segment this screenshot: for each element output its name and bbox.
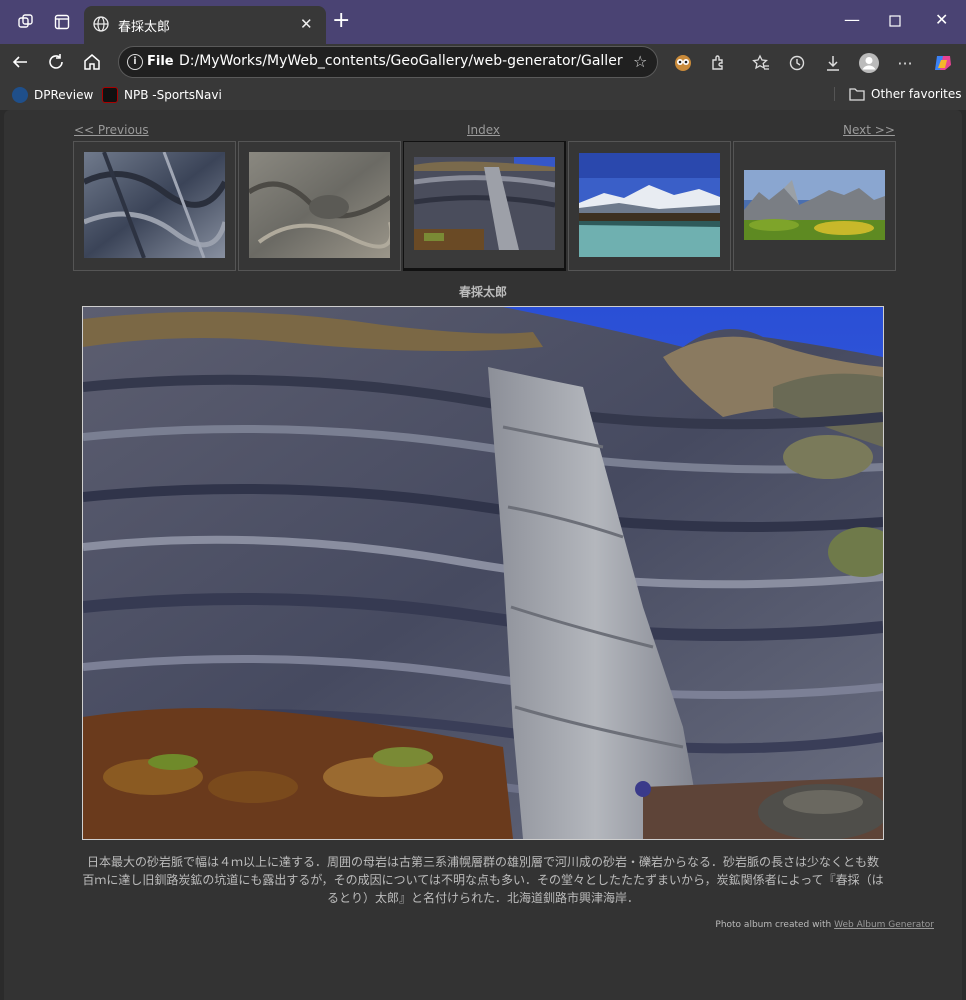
main-photo[interactable]	[82, 306, 884, 840]
favorites-bar: DPReview NPB -SportsNavi Other favorites	[0, 80, 966, 110]
extension-owl-icon[interactable]	[672, 52, 694, 74]
other-favorites-label: Other favorites	[871, 87, 962, 101]
address-bar[interactable]: i File D:/MyWorks/MyWeb_contents/GeoGall…	[118, 46, 658, 78]
index-link[interactable]: Index	[467, 123, 500, 137]
favorites-icon[interactable]	[750, 52, 772, 74]
folder-icon	[849, 88, 865, 101]
browser-tab[interactable]: 春採太郎 ✕	[84, 6, 326, 44]
thumbnail-image	[84, 152, 225, 258]
web-album-generator-link[interactable]: Web Album Generator	[834, 920, 934, 930]
main-photo-image	[83, 307, 883, 839]
refresh-icon[interactable]	[44, 50, 68, 74]
photo-title: 春採太郎	[458, 285, 507, 299]
back-icon[interactable]	[8, 50, 32, 74]
tab-actions-icon[interactable]	[52, 12, 72, 32]
tab-title: 春採太郎	[118, 20, 171, 35]
globe-icon	[92, 15, 110, 37]
address-scheme: File	[147, 54, 174, 69]
thumbnail-4[interactable]	[568, 141, 731, 271]
close-tab-icon[interactable]: ✕	[300, 15, 313, 33]
favorite-dpreview[interactable]: DPReview	[12, 87, 93, 103]
dpreview-icon	[12, 87, 28, 103]
thumbnail-image	[249, 152, 390, 258]
profile-avatar[interactable]	[858, 52, 880, 74]
favorite-label: NPB -SportsNavi	[124, 88, 222, 102]
other-favorites[interactable]: Other favorites	[834, 87, 962, 101]
thumbnail-3-active[interactable]	[403, 141, 566, 271]
download-icon[interactable]	[822, 52, 844, 74]
thumbnail-2[interactable]	[238, 141, 401, 271]
page-content: << Previous Index Next >> 春採太郎 日本最大の砂岩脈で…	[4, 110, 962, 1000]
workspaces-icon[interactable]	[16, 12, 36, 32]
close-window-icon[interactable]: ✕	[935, 10, 948, 29]
favorite-label: DPReview	[34, 88, 94, 102]
add-favorite-icon[interactable]: ☆	[633, 52, 647, 71]
title-bar: 春採太郎 ✕ + — ✕	[0, 0, 966, 44]
thumbnail-strip	[73, 141, 896, 271]
album-credit: Photo album created with Web Album Gener…	[715, 920, 934, 930]
minimize-icon[interactable]: —	[844, 10, 860, 29]
thumbnail-1[interactable]	[73, 141, 236, 271]
info-icon[interactable]: i	[127, 54, 143, 70]
copilot-icon[interactable]	[932, 52, 954, 74]
sportsnavi-icon	[102, 87, 118, 103]
favorite-npb[interactable]: NPB -SportsNavi	[102, 87, 222, 103]
thumbnail-image	[579, 153, 720, 257]
thumbnail-5[interactable]	[733, 141, 896, 271]
new-tab-button[interactable]: +	[332, 10, 350, 32]
more-menu-icon[interactable]: ···	[894, 52, 916, 74]
extensions-icon[interactable]	[708, 52, 730, 74]
photo-description: 日本最大の砂岩脈で幅は４ｍ以上に達する．周囲の母岩は古第三系浦幌層群の雄別層で河…	[82, 855, 884, 905]
credit-prefix: Photo album created with	[715, 920, 832, 930]
address-toolbar: i File D:/MyWorks/MyWeb_contents/GeoGall…	[0, 44, 966, 80]
history-icon[interactable]	[786, 52, 808, 74]
address-url[interactable]: D:/MyWorks/MyWeb_contents/GeoGallery/web…	[179, 53, 623, 69]
home-icon[interactable]	[80, 50, 104, 74]
next-link[interactable]: Next >>	[843, 123, 895, 137]
maximize-icon[interactable]	[889, 12, 901, 31]
previous-link[interactable]: << Previous	[74, 123, 149, 137]
thumbnail-image	[744, 170, 885, 240]
thumbnail-image	[414, 157, 555, 250]
